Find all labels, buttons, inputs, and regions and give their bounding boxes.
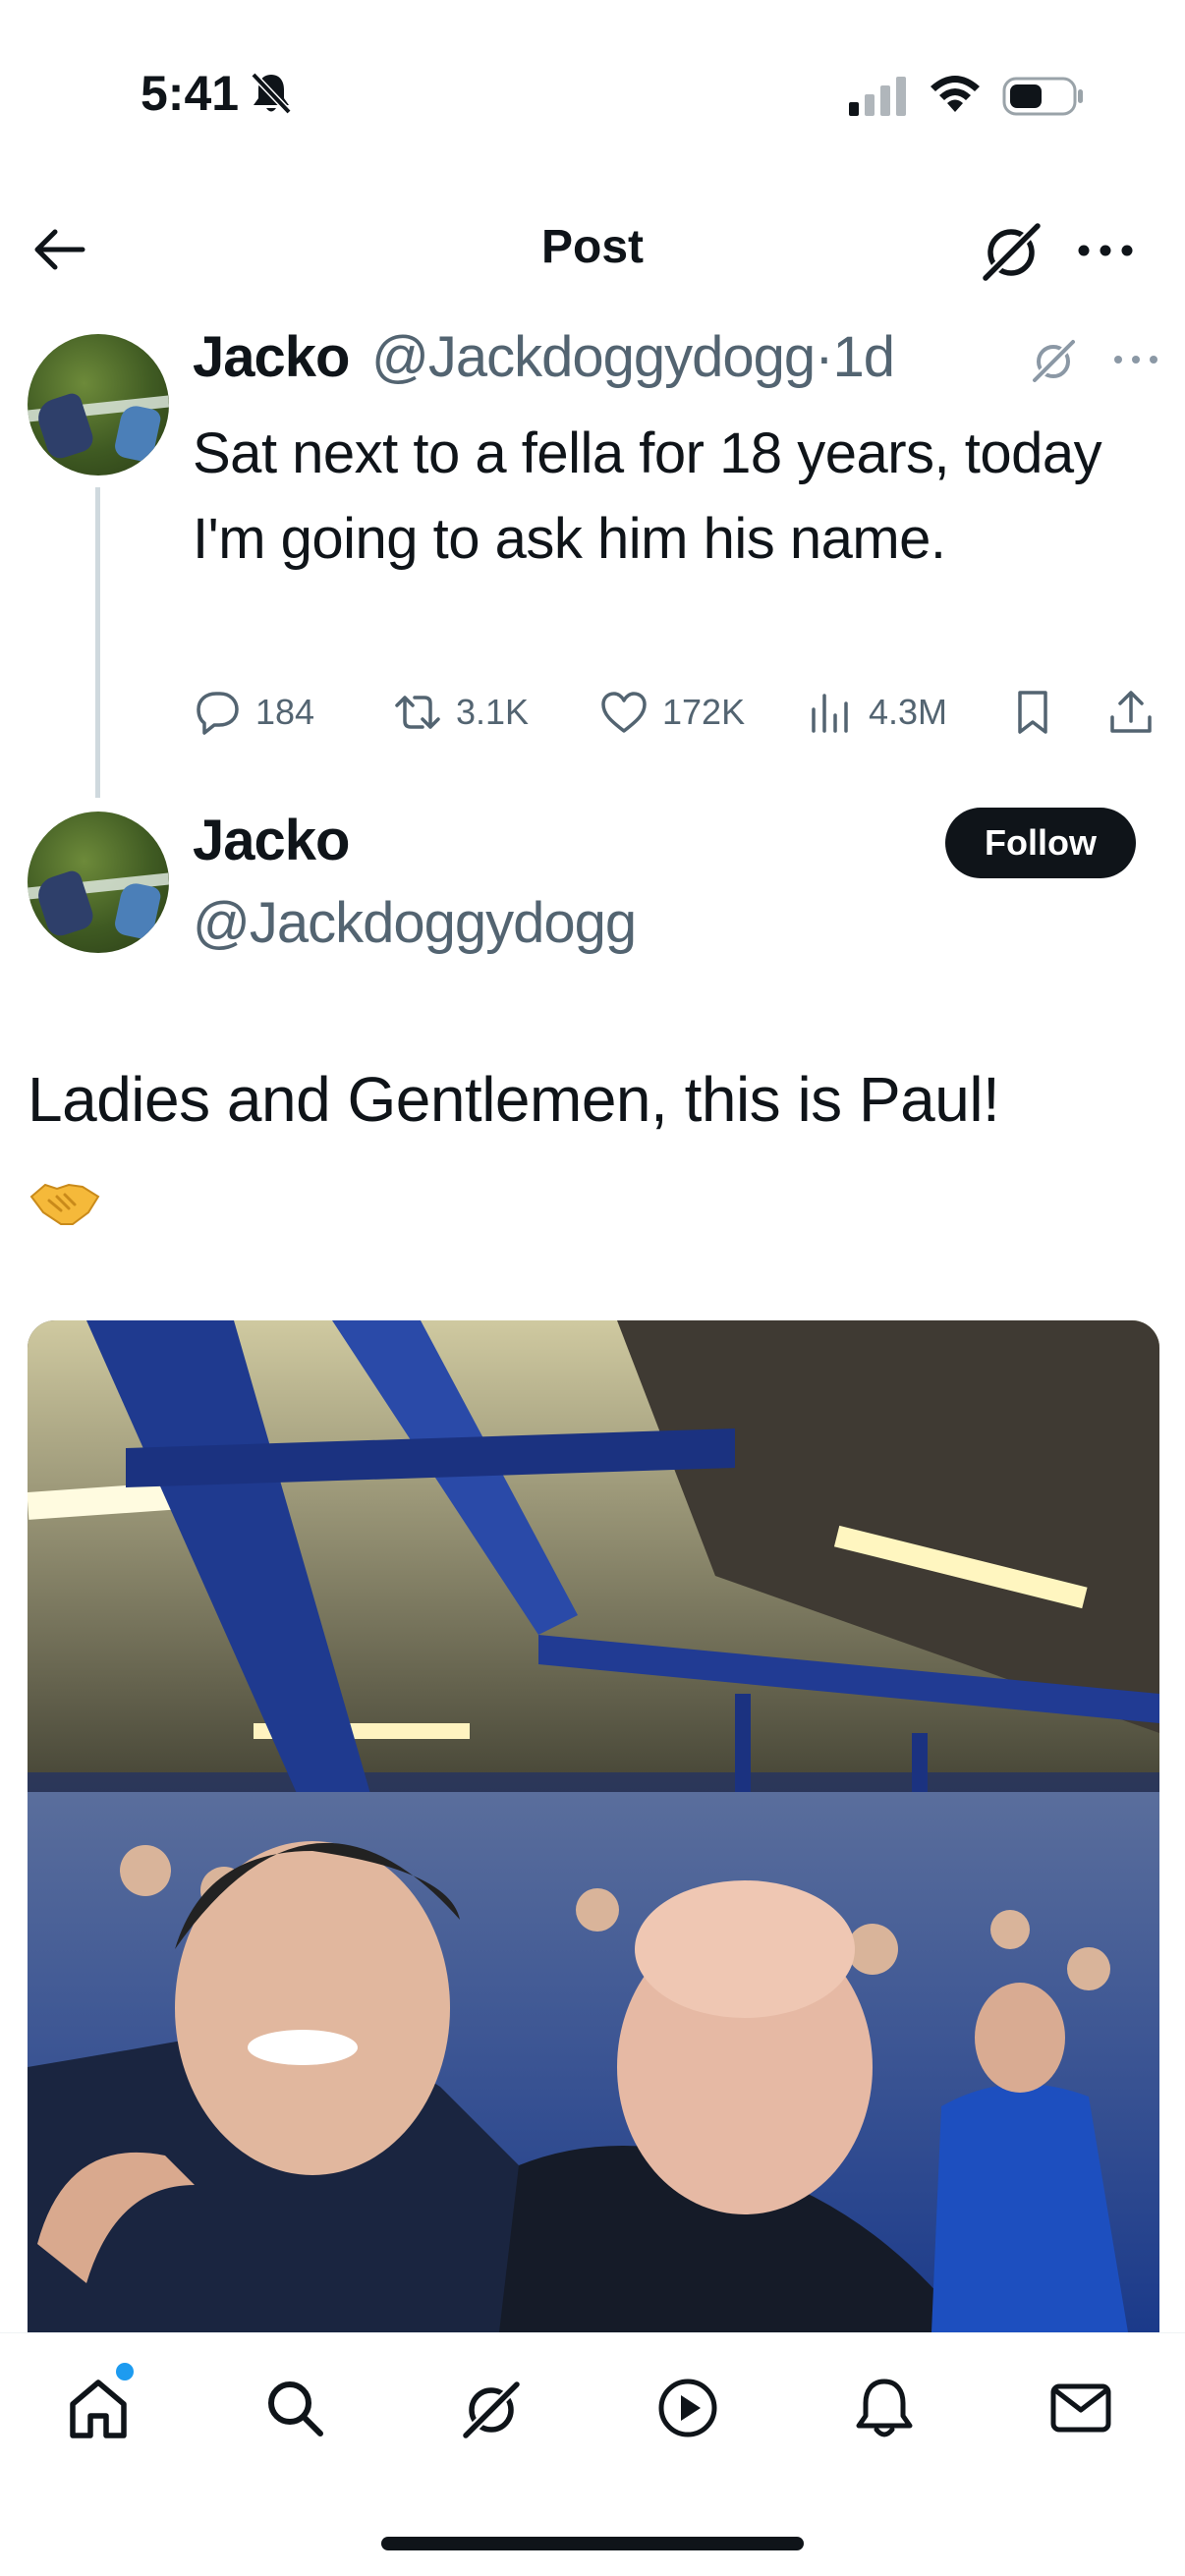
grok-icon <box>1032 339 1076 383</box>
post-text: Sat next to a fella for 18 years, today … <box>193 421 1102 571</box>
grok-icon <box>462 2380 521 2439</box>
tab-messages[interactable] <box>1042 2369 1120 2447</box>
author-handle[interactable]: @Jackdoggydogg <box>193 890 637 956</box>
like-button[interactable]: 172K <box>599 678 745 747</box>
author-handle: @Jackdoggydogg <box>371 325 816 389</box>
battery-icon <box>1002 75 1085 118</box>
heart-icon <box>601 692 647 733</box>
reply-icon <box>197 692 239 735</box>
reply-count: 184 <box>255 692 315 732</box>
messages-icon <box>1050 2383 1111 2433</box>
status-bar: 5:41 <box>0 0 1185 196</box>
author-name[interactable]: Jacko <box>193 324 350 390</box>
stadium-photo-illustration <box>28 1320 1159 2332</box>
post-actions: 184 3.1K 172K 4.3M <box>193 678 1159 747</box>
bookmark-icon <box>1018 691 1047 734</box>
share-icon <box>1110 691 1152 733</box>
post-header: Post <box>0 196 1185 305</box>
tab-notifications[interactable] <box>845 2369 924 2447</box>
author-handle-and-time[interactable]: @Jackdoggydogg·1d <box>371 324 895 390</box>
more-options-button[interactable] <box>1071 216 1140 285</box>
more-horizontal-icon <box>1114 356 1157 364</box>
post-more-button[interactable] <box>1108 334 1163 385</box>
home-notification-dot <box>116 2363 134 2380</box>
follow-button[interactable]: Follow <box>945 808 1136 878</box>
cellular-signal-icon <box>849 77 908 116</box>
grok-button[interactable] <box>1028 334 1079 385</box>
repost-icon <box>395 696 440 729</box>
view-count: 4.3M <box>869 692 948 732</box>
home-icon <box>70 2380 127 2438</box>
more-horizontal-icon <box>1078 245 1133 256</box>
views-button[interactable]: 4.3M <box>806 678 947 747</box>
reply-button[interactable]: 184 <box>193 678 314 747</box>
video-icon <box>658 2379 717 2437</box>
wifi-icon <box>928 73 983 114</box>
bookmark-button[interactable] <box>1008 678 1057 747</box>
avatar[interactable] <box>28 812 169 953</box>
avatar[interactable] <box>28 334 169 476</box>
tab-video[interactable] <box>649 2369 727 2447</box>
post-time: ·1d <box>815 325 895 389</box>
like-count: 172K <box>662 692 746 732</box>
notifications-icon <box>856 2379 913 2437</box>
tab-home[interactable] <box>59 2369 138 2447</box>
repost-button[interactable]: 3.1K <box>393 678 529 747</box>
bell-off-icon <box>250 71 293 116</box>
repost-count: 3.1K <box>456 692 530 732</box>
post-text: Ladies and Gentlemen, this is Paul! <box>28 1064 1000 1135</box>
views-icon <box>812 694 848 733</box>
post-photo[interactable] <box>28 1320 1159 2332</box>
share-button[interactable] <box>1106 678 1156 747</box>
handshake-emoji <box>28 1171 102 1230</box>
tab-search[interactable] <box>255 2369 334 2447</box>
tab-grok[interactable] <box>452 2369 531 2447</box>
status-time: 5:41 <box>141 66 240 121</box>
grok-icon <box>982 222 1042 282</box>
grok-button[interactable] <box>977 216 1045 285</box>
thread-connector <box>95 487 100 798</box>
home-indicator <box>381 2537 804 2550</box>
search-icon <box>268 2381 323 2436</box>
author-name[interactable]: Jacko <box>193 808 350 873</box>
